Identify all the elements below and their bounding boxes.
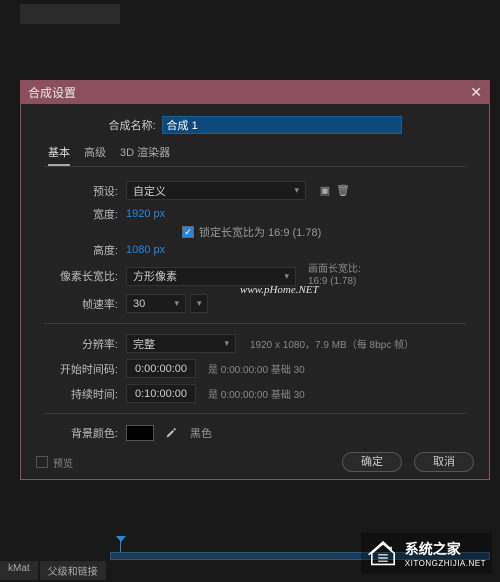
background-color-row: 背景颜色: 黑色 [48, 424, 462, 442]
composition-name-input[interactable] [162, 116, 402, 134]
framerate-row: 帧速率: 30 ▾ ▾ [48, 294, 462, 313]
save-preset-icon[interactable]: ▣ [316, 182, 334, 200]
composition-name-label: 合成名称: [108, 117, 155, 133]
tab-advanced[interactable]: 高级 [84, 144, 106, 166]
delete-preset-icon[interactable]: 🗑 [334, 182, 352, 200]
preset-value: 自定义 [133, 183, 166, 199]
chevron-down-icon: ▾ [224, 338, 229, 349]
dialog-titlebar: 合成设置 ✕ [20, 80, 490, 104]
preset-label: 预设: [48, 183, 118, 199]
brand-watermark: 系统之家 XITONGZHIJIA.NET [361, 533, 492, 574]
pixel-aspect-select[interactable]: 方形像素 ▾ [126, 267, 296, 286]
start-base-info: 是 0:00:00:00 基础 30 [208, 361, 305, 376]
height-label: 高度: [48, 242, 118, 258]
composition-settings-dialog: 合成设置 ✕ 合成名称: 基本 高级 3D 渲染器 预设: 自定义 ▾ ▣ 🗑 … [20, 80, 490, 480]
brand-url: XITONGZHIJIA.NET [405, 559, 486, 568]
dialog-footer: 预览 确定 取消 [20, 452, 490, 472]
start-timecode-label: 开始时间码: [48, 361, 118, 377]
bottom-panel-tabs: kMat 父级和链接 [0, 561, 108, 580]
resolution-info: 1920 x 1080，7.9 MB（每 8bpc 帧） [250, 336, 414, 351]
resolution-select[interactable]: 完整 ▾ [126, 334, 236, 353]
settings-body: 预设: 自定义 ▾ ▣ 🗑 宽度: 1920 px ✓ 锁定长宽比为 16:9 … [20, 167, 490, 442]
duration-row: 持续时间: 0:10:00:00 是 0:00:00:00 基础 30 [48, 384, 462, 403]
preview-checkbox[interactable] [36, 456, 48, 468]
composition-name-row: 合成名称: [20, 116, 490, 134]
chevron-down-icon: ▾ [174, 298, 179, 309]
chevron-down-icon: ▾ [294, 185, 299, 196]
lock-aspect-label: 锁定长宽比为 16:9 (1.78) [199, 224, 321, 240]
width-value[interactable]: 1920 px [126, 208, 165, 220]
start-timecode-value: 0:00:00:00 [135, 363, 187, 375]
duration-input[interactable]: 0:10:00:00 [126, 384, 196, 403]
bottom-tab-kmat[interactable]: kMat [0, 561, 38, 580]
pixel-aspect-value: 方形像素 [133, 268, 177, 284]
pixel-aspect-label: 像素长宽比: [48, 268, 118, 284]
preset-row: 预设: 自定义 ▾ ▣ 🗑 [48, 181, 462, 200]
house-icon [367, 540, 399, 568]
start-timecode-row: 开始时间码: 0:00:00:00 是 0:00:00:00 基础 30 [48, 359, 462, 378]
width-row: 宽度: 1920 px [48, 206, 462, 222]
resolution-value: 完整 [133, 336, 155, 352]
framerate-value: 30 [133, 298, 145, 310]
lock-aspect-row: ✓ 锁定长宽比为 16:9 (1.78) [48, 224, 462, 240]
background-color-swatch[interactable] [126, 425, 154, 441]
playhead-marker-icon[interactable] [116, 536, 126, 542]
cancel-button[interactable]: 取消 [414, 452, 474, 472]
divider [44, 413, 466, 414]
duration-base-info: 是 0:00:00:00 基础 30 [208, 386, 305, 401]
resolution-label: 分辨率: [48, 336, 118, 352]
bottom-tab-parent-link[interactable]: 父级和链接 [40, 561, 106, 580]
settings-tabs: 基本 高级 3D 渲染器 [20, 134, 490, 166]
eyedropper-icon[interactable] [162, 424, 180, 442]
framerate-select[interactable]: 30 ▾ [126, 294, 186, 313]
framerate-aux-select[interactable]: ▾ [190, 294, 208, 313]
ok-button[interactable]: 确定 [342, 452, 402, 472]
top-menu-stub [20, 4, 120, 24]
brand-name: 系统之家 [405, 539, 486, 559]
dialog-title: 合成设置 [28, 84, 76, 101]
tab-3d-renderer[interactable]: 3D 渲染器 [120, 144, 170, 166]
width-label: 宽度: [48, 206, 118, 222]
background-color-label: 背景颜色: [48, 425, 118, 441]
brand-text: 系统之家 XITONGZHIJIA.NET [405, 539, 486, 568]
chevron-down-icon: ▾ [284, 271, 289, 282]
framerate-label: 帧速率: [48, 296, 118, 312]
duration-label: 持续时间: [48, 386, 118, 402]
resolution-row: 分辨率: 完整 ▾ 1920 x 1080，7.9 MB（每 8bpc 帧） [48, 334, 462, 353]
chevron-down-icon: ▾ [197, 298, 202, 309]
background-color-name: 黑色 [190, 425, 212, 441]
start-timecode-input[interactable]: 0:00:00:00 [126, 359, 196, 378]
lock-aspect-checkbox[interactable]: ✓ [182, 226, 194, 238]
duration-value: 0:10:00:00 [135, 388, 187, 400]
height-row: 高度: 1080 px [48, 242, 462, 258]
height-value[interactable]: 1080 px [126, 244, 165, 256]
preset-select[interactable]: 自定义 ▾ [126, 181, 306, 200]
close-icon[interactable]: ✕ [470, 84, 482, 101]
watermark-text: www.pHome.NET [240, 284, 319, 296]
preview-label: 预览 [53, 455, 73, 470]
tab-basic[interactable]: 基本 [48, 144, 70, 166]
divider [44, 323, 466, 324]
